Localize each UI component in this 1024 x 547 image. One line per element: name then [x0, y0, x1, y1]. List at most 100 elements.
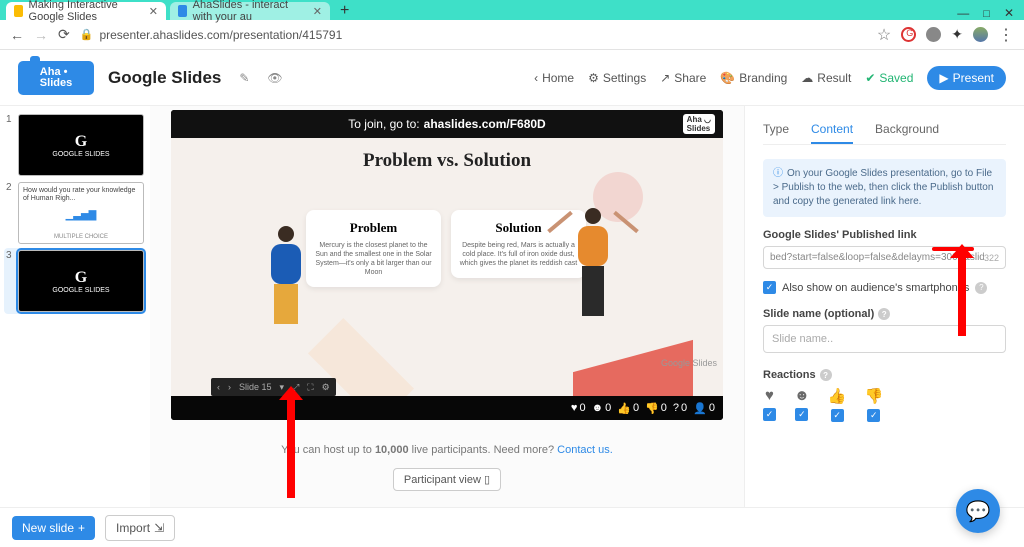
chat-icon: 💬	[966, 499, 991, 524]
help-icon[interactable]: ?	[878, 308, 890, 320]
next-icon[interactable]: ›	[228, 382, 231, 392]
close-icon[interactable]: ✕	[149, 5, 158, 18]
checkbox-checked-icon[interactable]: ✓	[763, 281, 776, 294]
card-text: Mercury is the closest planet to the Sun…	[314, 241, 433, 277]
slide-name-input[interactable]: Slide name..	[763, 325, 1006, 353]
help-icon[interactable]: ?	[820, 369, 832, 381]
char-count: 322	[984, 253, 999, 263]
phone-icon: ▯	[484, 474, 490, 486]
contact-link[interactable]: Contact us.	[557, 444, 613, 456]
chat-fab[interactable]: 💬	[956, 489, 1000, 533]
thumb-num: 2	[6, 182, 14, 244]
checkbox-checked-icon[interactable]: ✓	[867, 409, 880, 422]
link-label: Google Slides' Published link	[763, 229, 1006, 241]
gear-icon[interactable]: ⚙	[322, 382, 330, 393]
nav-result[interactable]: ☁Result	[801, 71, 851, 85]
card-problem: Problem Mercury is the closest planet to…	[306, 210, 441, 287]
browser-tab-2[interactable]: AhaSlides - interact with your au ✕	[170, 2, 330, 20]
url-field[interactable]: 🔒 presenter.ahaslides.com/presentation/4…	[80, 28, 867, 42]
thumb-title: How would you rate your knowledge of Hum…	[23, 187, 139, 204]
aha-badge: Aha ◡Slides	[683, 114, 715, 134]
also-show-checkbox-row[interactable]: ✓ Also show on audience's smartphones ?	[763, 281, 1006, 294]
palette-icon: 🎨	[720, 71, 735, 85]
react-smile[interactable]: ☻0	[592, 402, 612, 414]
tab-background[interactable]: Background	[875, 122, 939, 144]
right-panel: Type Content Background ⓘOn your Google …	[744, 106, 1024, 527]
browser-tab-1[interactable]: Making Interactive Google Slides ✕	[6, 2, 166, 20]
participant-view-button[interactable]: Participant view ▯	[393, 468, 501, 491]
nav-settings[interactable]: ⚙Settings	[588, 71, 646, 85]
thumb-1[interactable]: 1 GGOOGLE SLIDES	[6, 114, 144, 176]
prev-icon[interactable]: ‹	[217, 382, 220, 392]
checkbox-checked-icon[interactable]: ✓	[795, 408, 808, 421]
thumbsdown-icon: 👎	[864, 387, 883, 405]
participant-count[interactable]: 👤0	[693, 402, 715, 415]
ext-icon-2[interactable]	[926, 27, 941, 42]
thumb-3[interactable]: 3 GGOOGLE SLIDES	[4, 248, 146, 314]
aha-logo[interactable]: Aha •Slides	[18, 61, 94, 95]
tab-type[interactable]: Type	[763, 122, 789, 144]
new-tab-button[interactable]: +	[334, 2, 355, 20]
main-area: 1 GGOOGLE SLIDES 2 How would you rate yo…	[0, 106, 1024, 527]
profile-avatar-icon[interactable]	[973, 27, 988, 42]
slide-title: Problem vs. Solution	[171, 150, 723, 172]
react-thumbsdown[interactable]: 👎0	[645, 402, 667, 415]
join-bar: To join, go to: ahaslides.com/F680D Aha …	[171, 110, 723, 138]
react-thumbsup[interactable]: 👍0	[617, 402, 639, 415]
react-toggle-thumbsdown[interactable]: 👎✓	[864, 387, 883, 422]
nav-reload-icon[interactable]: ⟳	[58, 26, 70, 43]
new-slide-button[interactable]: New slide +	[12, 516, 95, 540]
nav-back-icon[interactable]: ←	[10, 27, 24, 43]
close-icon[interactable]: ✕	[313, 5, 322, 18]
doc-title[interactable]: Google Slides	[108, 68, 221, 88]
nav-home[interactable]: ‹Home	[534, 71, 574, 85]
check-icon: ✔	[865, 71, 875, 85]
window-close-icon[interactable]: ✕	[1004, 6, 1014, 20]
slide-indicator[interactable]: Slide 15	[239, 382, 272, 392]
react-toggle-thumbsup[interactable]: 👍✓	[828, 387, 847, 422]
saved-status: ✔Saved	[865, 71, 913, 85]
app-header: Aha •Slides Google Slides ✎ 👁 ‹Home ⚙Set…	[0, 50, 1024, 106]
heart-icon: ♥	[571, 402, 578, 414]
tab-favicon-aha	[178, 5, 187, 17]
slide-thumbnails: 1 GGOOGLE SLIDES 2 How would you rate yo…	[0, 106, 150, 527]
thumb-num: 1	[6, 114, 14, 176]
slide-footer: ♥0 ☻0 👍0 👎0 ?0 👤0	[171, 396, 723, 420]
annotation-underline	[932, 247, 974, 251]
bottom-bar: New slide + Import ⇲	[0, 507, 1024, 547]
checkbox-checked-icon[interactable]: ✓	[763, 408, 776, 421]
gear-icon: ⚙	[588, 71, 599, 85]
import-button[interactable]: Import ⇲	[105, 515, 175, 541]
checkbox-checked-icon[interactable]: ✓	[831, 409, 844, 422]
react-toggle-heart[interactable]: ♥✓	[763, 387, 776, 422]
window-min-icon[interactable]: —	[957, 6, 969, 20]
ext-icon-1[interactable]: G	[901, 27, 916, 42]
help-icon[interactable]: ?	[975, 282, 987, 294]
browser-menu-icon[interactable]: ⋮	[998, 25, 1014, 45]
nav-forward-icon[interactable]: →	[34, 27, 48, 43]
react-heart[interactable]: ♥0	[571, 402, 586, 414]
present-button[interactable]: ▶Present	[927, 66, 1006, 90]
thumb-2[interactable]: 2 How would you rate your knowledge of H…	[6, 182, 144, 244]
slide-name-label: Slide name (optional)?	[763, 308, 1006, 320]
lock-icon: 🔒	[80, 28, 94, 41]
edit-icon[interactable]: ✎	[239, 71, 249, 85]
browser-addressbar: ← → ⟳ 🔒 presenter.ahaslides.com/presenta…	[0, 20, 1024, 50]
reactions-row: ♥✓ ☻✓ 👍✓ 👎✓	[763, 387, 1006, 422]
react-question[interactable]: ?0	[673, 402, 687, 414]
fullscreen-icon[interactable]: ⛶	[307, 382, 313, 393]
nav-branding[interactable]: 🎨Branding	[720, 71, 787, 85]
star-icon[interactable]: ☆	[877, 25, 891, 45]
react-toggle-smile[interactable]: ☻✓	[794, 387, 810, 422]
tab-content[interactable]: Content	[811, 122, 853, 144]
window-max-icon[interactable]: □	[983, 8, 990, 20]
nav-share[interactable]: ↗Share	[660, 71, 706, 85]
extensions-icon[interactable]: ✦	[951, 26, 963, 43]
bars-icon: ▁▃▅▇	[66, 210, 97, 222]
join-code: ahaslides.com/F680D	[424, 117, 546, 131]
eye-icon[interactable]: 👁	[267, 71, 282, 85]
thumb-num: 3	[6, 250, 14, 312]
info-box: ⓘOn your Google Slides presentation, go …	[763, 159, 1006, 217]
chevron-left-icon: ‹	[534, 71, 538, 85]
slide-controls[interactable]: ‹ › Slide 15 ▾ ⤢ ⛶ ⚙	[211, 378, 336, 396]
